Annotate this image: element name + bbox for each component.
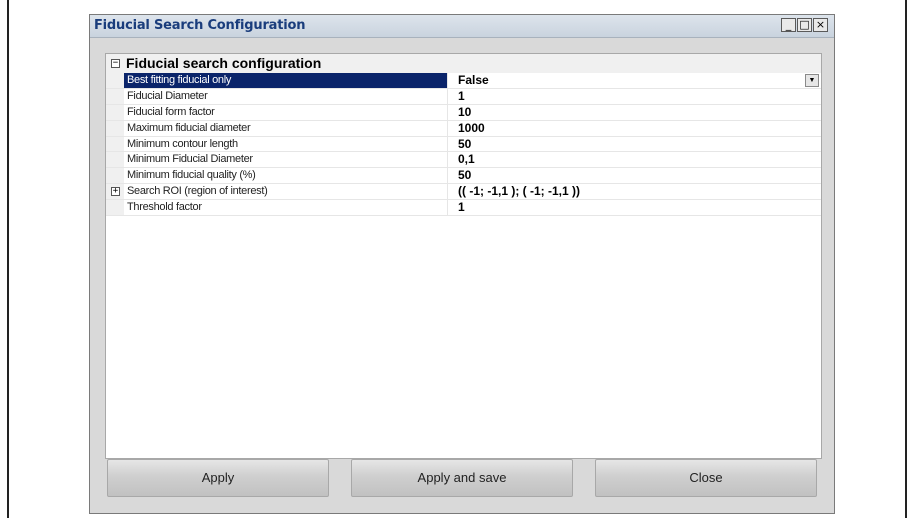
- category-label: Fiducial search configuration: [126, 55, 322, 71]
- property-rows: Best fitting fiducial only False ▼ Fiduc…: [106, 73, 821, 217]
- expand-icon[interactable]: +: [111, 187, 120, 197]
- property-row-best-fitting[interactable]: Best fitting fiducial only False ▼: [106, 73, 821, 89]
- property-row-form-factor[interactable]: Fiducial form factor 10: [106, 104, 821, 121]
- apply-button[interactable]: Apply: [107, 459, 329, 497]
- property-name: Minimum contour length: [124, 136, 448, 152]
- property-name: Threshold factor: [124, 200, 448, 216]
- row-gutter: [106, 152, 124, 168]
- property-row-min-diameter[interactable]: Minimum Fiducial Diameter 0,1: [106, 152, 821, 169]
- property-value[interactable]: 50: [448, 137, 821, 152]
- row-gutter: [106, 73, 124, 88]
- property-value-dropdown[interactable]: False: [448, 73, 821, 88]
- property-value[interactable]: 0,1: [448, 152, 821, 167]
- window-controls: _ □ ×: [781, 18, 828, 32]
- property-row-threshold[interactable]: Threshold factor 1: [106, 200, 821, 217]
- property-name: Minimum Fiducial Diameter: [124, 152, 448, 168]
- property-name: Search ROI (region of interest): [124, 184, 448, 200]
- apply-and-save-button[interactable]: Apply and save: [351, 459, 573, 497]
- row-gutter: [106, 168, 124, 184]
- row-gutter: +: [106, 184, 124, 200]
- property-row-fiducial-diameter[interactable]: Fiducial Diameter 1: [106, 88, 821, 105]
- title-bar[interactable]: Fiducial Search Configuration _ □ ×: [90, 15, 834, 38]
- maximize-button[interactable]: □: [797, 18, 812, 32]
- property-name: Fiducial Diameter: [124, 88, 448, 104]
- property-value[interactable]: 50: [448, 168, 821, 183]
- property-row-max-diameter[interactable]: Maximum fiducial diameter 1000: [106, 120, 821, 137]
- dialog-window: Fiducial Search Configuration _ □ × − Fi…: [89, 14, 835, 514]
- property-value[interactable]: 1: [448, 200, 821, 215]
- collapse-icon[interactable]: −: [111, 59, 120, 68]
- row-gutter: [106, 136, 124, 152]
- property-name: Fiducial form factor: [124, 104, 448, 120]
- property-row-min-quality[interactable]: Minimum fiducial quality (%) 50: [106, 168, 821, 185]
- property-grid: − Fiducial search configuration Best fit…: [105, 53, 822, 459]
- property-name: Best fitting fiducial only: [124, 73, 448, 88]
- property-value[interactable]: 1000: [448, 121, 821, 136]
- row-gutter: [106, 88, 124, 104]
- row-gutter: [106, 104, 124, 120]
- property-value[interactable]: 10: [448, 105, 821, 120]
- property-value[interactable]: 1: [448, 89, 821, 104]
- property-row-min-contour[interactable]: Minimum contour length 50: [106, 136, 821, 153]
- property-name: Minimum fiducial quality (%): [124, 168, 448, 184]
- dropdown-arrow-icon[interactable]: ▼: [805, 74, 819, 87]
- property-row-search-roi[interactable]: + Search ROI (region of interest) (( -1;…: [106, 184, 821, 201]
- close-window-button[interactable]: ×: [813, 18, 828, 32]
- minimize-button[interactable]: _: [781, 18, 796, 32]
- property-value[interactable]: (( -1; -1,1 ); ( -1; -1,1 )): [448, 184, 821, 199]
- close-button[interactable]: Close: [595, 459, 817, 497]
- row-gutter: [106, 120, 124, 136]
- window-title: Fiducial Search Configuration: [94, 18, 306, 33]
- property-name: Maximum fiducial diameter: [124, 120, 448, 136]
- category-row[interactable]: − Fiducial search configuration: [106, 54, 821, 73]
- row-gutter: [106, 200, 124, 216]
